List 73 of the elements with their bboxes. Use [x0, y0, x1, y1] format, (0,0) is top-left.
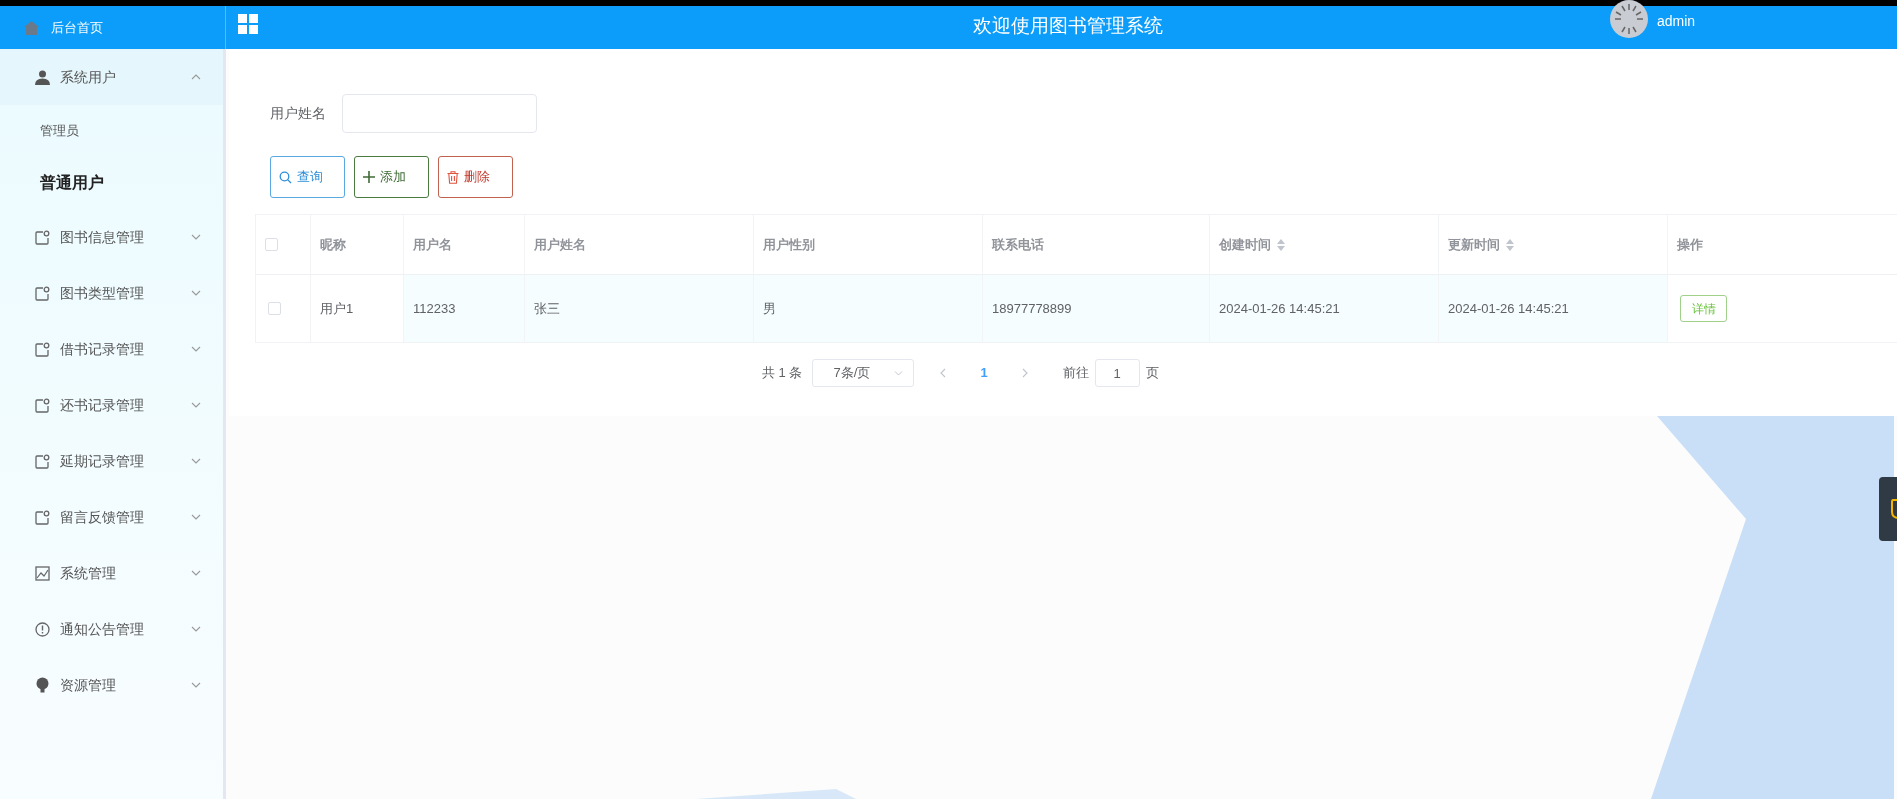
chevron-down-icon — [894, 370, 904, 376]
chevron-down-icon — [191, 234, 201, 240]
previous-page-icon[interactable] — [940, 368, 947, 378]
column-header: 联系电话 — [992, 235, 1044, 254]
tag-icon — [35, 509, 50, 525]
column-header: 更新时间 — [1448, 235, 1500, 254]
delete-button[interactable]: 删除 — [438, 156, 513, 198]
next-page-icon[interactable] — [1021, 368, 1028, 378]
sort-icon[interactable] — [1506, 238, 1514, 251]
sidebar-menu-item[interactable]: 资源管理 — [0, 657, 223, 713]
side-widget[interactable] — [1879, 477, 1897, 541]
sidebar-menu-item[interactable]: 还书记录管理 — [0, 377, 223, 433]
avatar-icon[interactable] — [1610, 0, 1648, 38]
table-cell-text: 2024-01-26 14:45:21 — [1448, 299, 1569, 318]
cup-icon — [1891, 498, 1897, 520]
field-label: 用户姓名 — [270, 104, 326, 123]
sidebar-menu-item[interactable]: 系统管理 — [0, 545, 223, 601]
sidebar-subitem[interactable]: 普通用户 — [0, 157, 223, 209]
table-cell-text: 男 — [763, 299, 776, 318]
chevron-down-icon — [191, 570, 201, 576]
chevron-down-icon — [191, 514, 201, 520]
page-suffix: 页 — [1145, 364, 1159, 383]
table-cell-text: 18977778899 — [992, 299, 1072, 318]
chevron-down-icon — [191, 290, 201, 296]
chevron-down-icon — [191, 402, 201, 408]
user-icon — [35, 69, 50, 85]
search-field[interactable] — [342, 94, 537, 133]
page-title: 欢迎使用图书管理系统 — [973, 14, 1163, 38]
grid-menu-icon[interactable] — [238, 13, 258, 34]
chevron-down-icon — [191, 626, 201, 632]
image-icon — [35, 565, 50, 581]
sidebar-menu-item[interactable]: 延期记录管理 — [0, 433, 223, 489]
tag-icon — [35, 285, 50, 301]
sidebar-menu-item[interactable]: 借书记录管理 — [0, 321, 223, 377]
add-button[interactable]: 添加 — [354, 156, 429, 198]
search-button[interactable]: 查询 — [270, 156, 345, 198]
column-header: 用户姓名 — [534, 235, 586, 254]
page-input[interactable]: 1 — [1094, 359, 1140, 387]
trash-icon — [447, 170, 459, 184]
page-size-select[interactable]: 7条/页 — [812, 359, 915, 387]
total-count: 共 1 条 — [762, 364, 803, 383]
row-checkbox[interactable] — [268, 302, 281, 315]
column-header: 用户名 — [413, 235, 452, 254]
sidebar-menu-item[interactable]: 图书类型管理 — [0, 265, 223, 321]
table-cell-text: 2024-01-26 14:45:21 — [1219, 299, 1340, 318]
column-header: 用户性别 — [763, 235, 815, 254]
table-cell-text: 张三 — [534, 299, 560, 318]
tag-icon — [35, 341, 50, 357]
sidebar-menu-item[interactable]: 留言反馈管理 — [0, 489, 223, 545]
sort-icon[interactable] — [1277, 238, 1285, 251]
chevron-down-icon — [191, 682, 201, 688]
tag-icon — [35, 229, 50, 245]
home-icon — [24, 20, 39, 35]
tag-icon — [35, 397, 50, 413]
select-all-checkbox[interactable] — [265, 238, 278, 251]
sidebar-menu-item[interactable]: 通知公告管理 — [0, 601, 223, 657]
goto-label: 前往 — [1062, 364, 1089, 383]
table-cell-text: 112233 — [413, 299, 456, 318]
table-cell-text: 用户1 — [320, 299, 354, 318]
plus-icon — [363, 171, 375, 183]
chevron-up-icon — [191, 74, 201, 80]
info-icon — [35, 621, 50, 637]
tag-icon — [35, 453, 50, 469]
search-icon — [279, 170, 292, 184]
bulb-icon — [35, 677, 50, 693]
column-header: 昵称 — [320, 235, 346, 254]
sidebar-menu-item[interactable]: 图书信息管理 — [0, 209, 223, 265]
sidebar-menu-item[interactable]: 系统用户 — [0, 49, 223, 105]
column-header: 创建时间 — [1219, 235, 1271, 254]
chevron-down-icon — [191, 458, 201, 464]
column-header: 操作 — [1677, 235, 1703, 254]
sidebar-subitem[interactable]: 管理员 — [0, 105, 223, 157]
chevron-down-icon — [191, 346, 201, 352]
